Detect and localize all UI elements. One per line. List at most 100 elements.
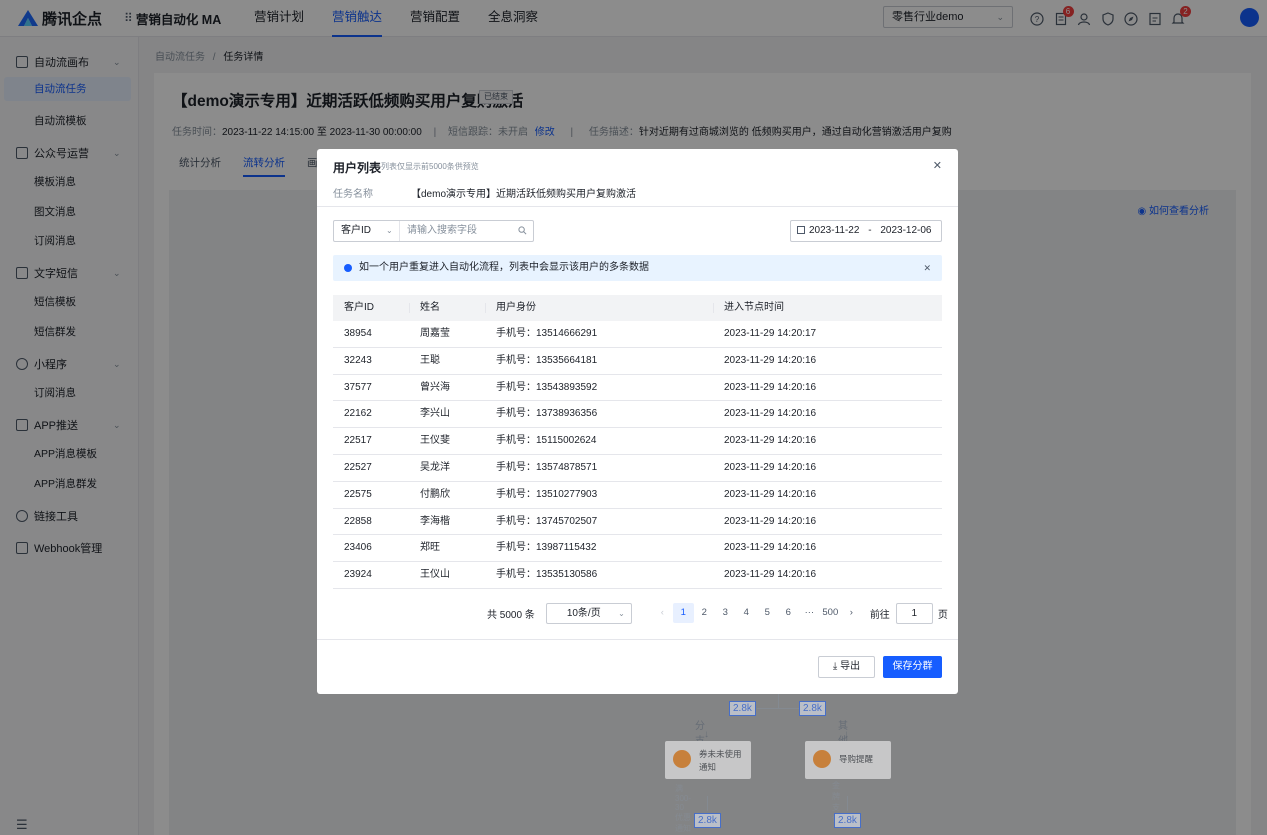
flow-count[interactable]: 2.8k xyxy=(799,701,826,716)
table-cell: 2023-11-29 14:20:17 xyxy=(724,328,817,339)
table-cell: 37577 xyxy=(344,381,372,393)
page-button[interactable]: 1 xyxy=(672,603,694,623)
goto-label: 前往 xyxy=(869,609,890,621)
table-cell: 32243 xyxy=(344,354,372,366)
date-sep: - xyxy=(868,225,872,236)
close-icon[interactable]: ✕ xyxy=(933,159,942,172)
pagination: 共 5000 条 10条/页 ⌄ ‹ 1 2 3 4 5 6 ··· 500 › 前往 1 页 xyxy=(487,602,948,624)
table-cell: 手机号：13543893592 xyxy=(496,381,598,393)
table-cell: 郑旺 xyxy=(420,542,440,554)
column-header: 客户ID xyxy=(344,302,374,313)
table-cell: 2023-11-29 14:20:16 xyxy=(724,461,817,473)
goto-unit: 页 xyxy=(937,609,948,621)
table-cell: 2023-11-29 14:20:16 xyxy=(724,408,817,420)
page-list: 1 2 3 4 5 6 ··· 500 xyxy=(672,603,841,623)
info-alert: 如一个用户重复进入自动化流程，列表中会显示该用户的多条数据 ✕ xyxy=(333,255,942,281)
pagination-total: 共 5000 条 xyxy=(487,609,535,621)
table-row: 22527 吴龙洋 手机号：13574878571 2023-11-29 14:20:… xyxy=(333,455,942,482)
user-table: 客户ID 姓名 用户身份 进入节点时间 38954 周嘉莹 手机号：13514666… xyxy=(333,295,942,589)
table-cell: 23924 xyxy=(344,569,372,581)
table-cell: 吴龙洋 xyxy=(420,461,450,473)
page-ellipsis[interactable]: ··· xyxy=(799,603,820,623)
page-button[interactable]: 6 xyxy=(778,603,799,623)
table-row: 22162 李兴山 手机号：13738936356 2023-11-29 14:20:… xyxy=(333,401,942,429)
table-cell: 2023-11-29 14:20:16 xyxy=(724,354,817,366)
close-icon[interactable]: ✕ xyxy=(923,255,931,281)
divider xyxy=(317,639,958,640)
page-button[interactable]: 4 xyxy=(736,603,757,623)
flow-connector xyxy=(778,694,779,708)
search-input[interactable]: 请输入搜索字段 xyxy=(407,221,477,241)
date-range-picker[interactable]: 2023-11-22 - 2023-12-06 xyxy=(790,220,942,242)
user-list-modal: 用户列表 列表仅显示前5000条供预览 ✕ 任务名称 【demo演示专用】近期活… xyxy=(317,149,958,694)
table-cell: 手机号：13535130586 xyxy=(496,569,598,581)
table-cell: 2023-11-29 14:20:16 xyxy=(724,542,817,554)
flow-count[interactable]: 2.8k xyxy=(694,813,721,828)
export-button[interactable]: ⤓ 导出 xyxy=(818,656,875,678)
table-cell: 手机号：13574878571 xyxy=(496,461,598,473)
flow-count[interactable]: 2.8k xyxy=(834,813,861,828)
table-body: 38954 周嘉莹 手机号：13514666291 2023-11-29 14:20:… xyxy=(333,321,942,589)
export-label: 导出 xyxy=(840,661,861,672)
table-cell: 23406 xyxy=(344,542,372,554)
chevron-down-icon: ⌄ xyxy=(386,226,393,235)
table-cell: 22858 xyxy=(344,515,372,527)
modal-title: 用户列表 xyxy=(333,161,382,175)
table-cell: 38954 xyxy=(344,328,372,339)
table-row: 37577 曾兴海 手机号：13543893592 2023-11-29 14:20:… xyxy=(333,375,942,402)
table-cell: 手机号：13745702507 xyxy=(496,515,598,527)
table-cell: 王聪 xyxy=(420,354,440,366)
date-start: 2023-11-22 xyxy=(809,225,860,236)
table-row: 22517 王仪斐 手机号：15115002624 2023-11-29 14:20:… xyxy=(333,428,942,455)
node-label: 导购提醒 xyxy=(839,754,874,764)
search-box: 客户ID ⌄ 请输入搜索字段 xyxy=(333,220,534,242)
flow-connector xyxy=(707,796,708,811)
page-button[interactable]: 5 xyxy=(757,603,778,623)
task-name-label: 任务名称 xyxy=(333,189,373,200)
table-cell: 王仪山 xyxy=(420,569,450,581)
page-size-select[interactable]: 10条/页 ⌄ xyxy=(545,602,632,624)
table-cell: 22527 xyxy=(344,461,372,473)
table-row: 23924 王仪山 手机号：13535130586 2023-11-29 14:20:… xyxy=(333,562,942,589)
page-button[interactable]: 2 xyxy=(694,603,715,623)
arrow-down-icon: ↓ xyxy=(704,729,709,740)
save-segment-button[interactable]: 保存分群 xyxy=(883,656,942,678)
table-cell: 22162 xyxy=(344,408,372,420)
page-button[interactable]: 500 xyxy=(820,603,841,623)
prev-page-button[interactable]: ‹ xyxy=(652,603,673,623)
column-header: 进入节点时间 xyxy=(713,295,942,321)
task-name-value: 【demo演示专用】近期活跃低频购买用户复购激活 xyxy=(411,189,637,200)
chevron-down-icon: ⌄ xyxy=(618,608,625,618)
page-button[interactable]: 3 xyxy=(715,603,736,623)
page-size-value: 10条/页 xyxy=(566,607,601,619)
table-cell: 22517 xyxy=(344,435,372,447)
message-icon xyxy=(673,750,691,768)
table-cell: 手机号：13514666291 xyxy=(496,328,598,339)
table-row: 22575 付鹏欣 手机号：13510277903 2023-11-29 14:20:… xyxy=(333,482,942,509)
table-header: 客户ID 姓名 用户身份 进入节点时间 xyxy=(333,295,942,321)
column-header: 姓名 xyxy=(409,295,485,321)
table-cell: 2023-11-29 14:20:16 xyxy=(724,381,817,393)
search-field-select[interactable]: 客户ID ⌄ xyxy=(334,221,400,241)
table-row: 38954 周嘉莹 手机号：13514666291 2023-11-29 14:20:… xyxy=(333,321,942,348)
flow-count[interactable]: 2.8k xyxy=(729,701,756,716)
table-cell: 2023-11-29 14:20:16 xyxy=(724,435,817,447)
table-row: 22858 李海楷 手机号：13745702507 2023-11-29 14:20:… xyxy=(333,509,942,536)
table-cell: 李兴山 xyxy=(420,408,450,420)
divider xyxy=(317,206,958,207)
goto-page-input[interactable]: 1 xyxy=(895,602,933,624)
table-cell: 手机号：13987115432 xyxy=(496,542,597,554)
next-page-button[interactable]: › xyxy=(841,603,862,623)
node-label: 券未未使用通知 xyxy=(699,749,742,772)
table-row: 23406 郑旺 手机号：13987115432 2023-11-29 14:20:1… xyxy=(333,535,942,563)
flow-node-guide[interactable]: 导购提醒 xyxy=(805,741,891,779)
table-cell: 王仪斐 xyxy=(420,435,450,447)
search-icon[interactable] xyxy=(518,226,527,235)
table-row: 32243 王聪 手机号：13535664181 2023-11-29 14:20:1… xyxy=(333,348,942,375)
flow-node-coupon[interactable]: 券未未使用通知 xyxy=(665,741,751,779)
table-cell: 手机号：13738936356 xyxy=(496,408,598,420)
date-end: 2023-12-06 xyxy=(880,225,932,236)
calendar-icon xyxy=(797,226,805,234)
flow-connector xyxy=(757,708,800,709)
column-header: 用户身份 xyxy=(485,295,713,321)
